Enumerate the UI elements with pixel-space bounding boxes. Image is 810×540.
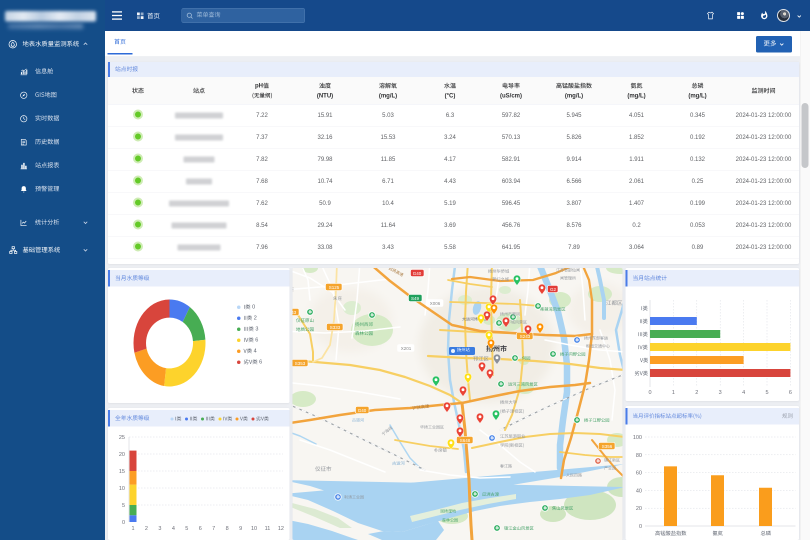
svg-text:S333: S333 [330,325,341,330]
svg-text:3: 3 [719,390,722,396]
svg-text:S125: S125 [329,285,340,290]
svg-text:12: 12 [278,526,284,532]
svg-text:80: 80 [636,453,642,459]
svg-text:6: 6 [199,526,202,532]
svg-text:20: 20 [636,506,642,512]
svg-text:5: 5 [122,503,125,509]
svg-text:4: 4 [172,526,175,532]
svg-text:0: 0 [122,520,125,526]
svg-text:10: 10 [251,526,257,532]
svg-text:8: 8 [226,526,229,532]
svg-text:100: 100 [633,435,642,441]
svg-text:5: 5 [765,390,768,396]
svg-text:1: 1 [131,526,134,532]
svg-text:2: 2 [695,390,698,396]
svg-text:20: 20 [119,452,125,458]
svg-text:11: 11 [265,526,271,532]
svg-text:4: 4 [742,390,745,396]
svg-text:5: 5 [185,526,188,532]
svg-text:X201: X201 [401,346,412,351]
svg-text:S356: S356 [602,444,613,449]
svg-text:40: 40 [636,488,642,494]
svg-text:2: 2 [145,526,148,532]
svg-text:25: 25 [119,435,125,441]
svg-text:S353: S353 [295,361,306,366]
svg-text:S49: S49 [411,296,420,301]
svg-text:60: 60 [636,471,642,477]
svg-text:0: 0 [648,390,651,396]
svg-text:S243: S243 [293,310,297,315]
svg-text:7: 7 [212,526,215,532]
svg-text:G40: G40 [358,408,367,413]
svg-text:9: 9 [239,526,242,532]
svg-text:1: 1 [672,390,675,396]
svg-text:S648: S648 [460,438,471,443]
svg-text:10: 10 [119,486,125,492]
svg-text:G40: G40 [413,271,422,276]
svg-text:6: 6 [789,390,792,396]
svg-text:S243: S243 [520,334,531,339]
svg-text:15: 15 [119,469,125,475]
svg-text:X006: X006 [430,301,441,306]
svg-text:G2: G2 [550,287,557,292]
svg-text:3: 3 [158,526,161,532]
